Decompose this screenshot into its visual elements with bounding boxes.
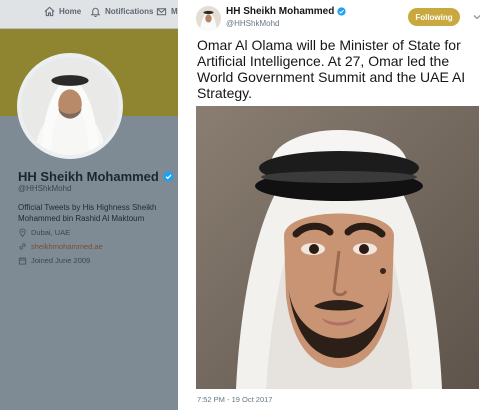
tweet-photo[interactable] [196,106,479,389]
profile-joined: Joined June 2009 [18,256,90,265]
profile-name-text: HH Sheikh Mohammed [18,169,159,184]
calendar-icon [18,257,27,265]
following-button[interactable]: Following [408,8,460,26]
profile-location-text: Dubai, UAE [31,228,71,237]
profile-handle: @HHShkMohd [18,184,72,193]
profile-photo [21,57,119,155]
profile-joined-text: Joined June 2009 [31,256,91,265]
tweet-author-name-text: HH Sheikh Mohammed [226,6,335,17]
nav-home[interactable]: Home [44,6,81,17]
profile-name[interactable]: HH Sheikh Mohammed [18,169,174,184]
nav-notifications-label: Notifications [105,7,154,16]
tweet-author-avatar[interactable] [196,6,221,31]
profile-location: Dubai, UAE [18,228,70,237]
tweet-author-handle: @HHShkMohd [226,19,280,28]
author-photo [196,6,221,31]
link-icon [19,243,26,250]
nav-home-label: Home [59,7,82,16]
profile-website-link[interactable]: sheikhmohammed.ae [31,242,103,251]
profile-avatar[interactable] [17,53,123,159]
verified-badge-icon [163,171,174,182]
tweet-text: Omar Al Olama will be Minister of State … [197,37,466,101]
home-icon [44,6,55,17]
tweet-modal: HH Sheikh Mohammed @HHShkMohd Following … [178,0,500,410]
verified-badge-icon [337,7,346,16]
nav-messages-label: M [171,7,178,16]
tweet-photo-image [196,106,479,389]
tweet-author-name[interactable]: HH Sheikh Mohammed [226,6,346,17]
nav-notifications[interactable]: Notifications [90,6,153,17]
location-pin-icon [19,228,26,237]
profile-website[interactable]: sheikhmohammed.ae [18,242,103,251]
profile-bio: Official Tweets by His Highness Sheikh M… [18,203,157,223]
chevron-down-icon[interactable] [472,12,482,22]
bell-icon [90,7,101,17]
mail-icon [156,8,167,16]
tweet-timestamp[interactable]: 7:52 PM - 19 Oct 2017 [197,395,272,404]
nav-messages[interactable]: M [156,6,178,17]
